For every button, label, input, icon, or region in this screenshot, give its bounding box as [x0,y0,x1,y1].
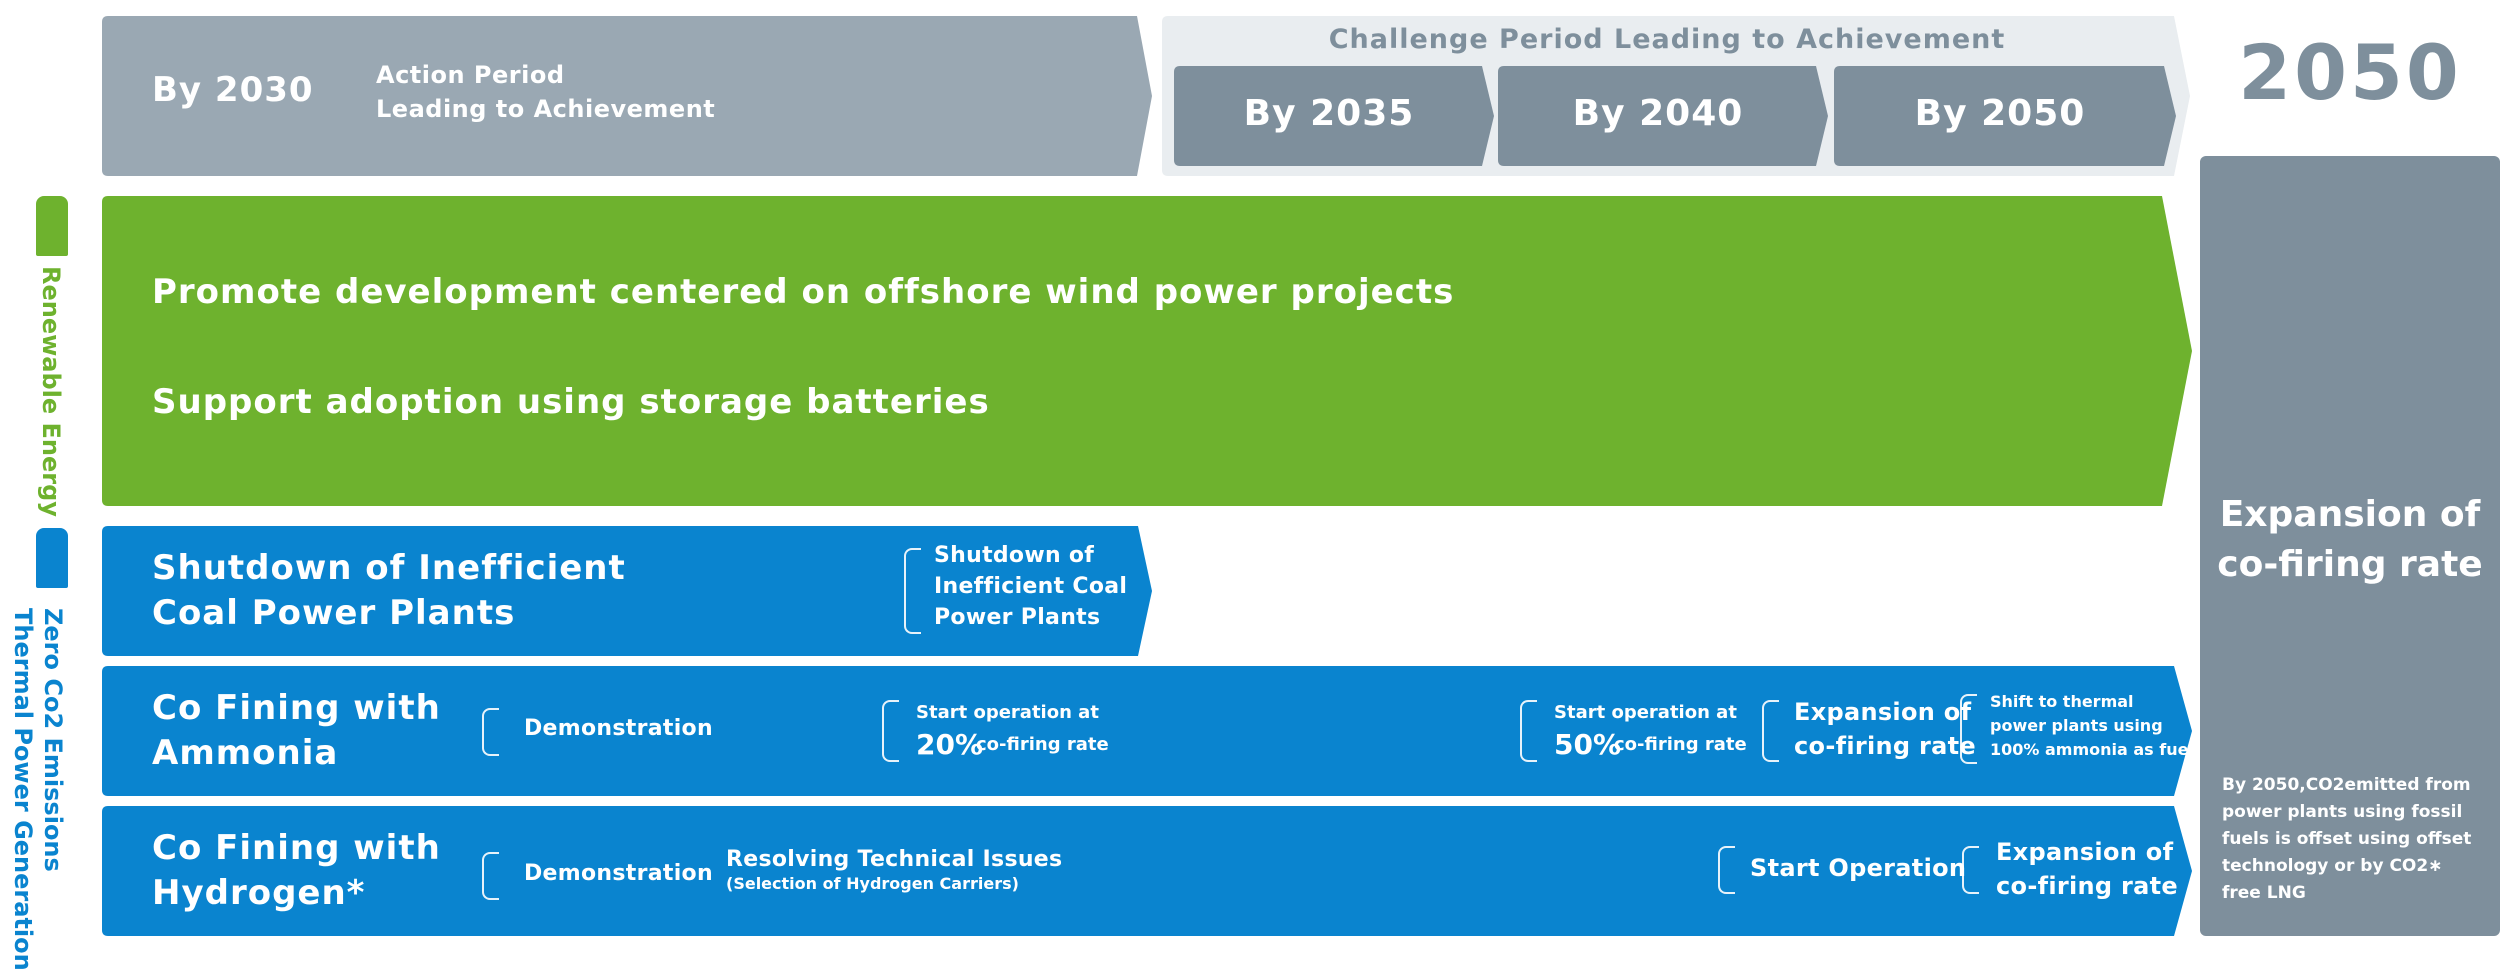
hydrogen-demo-label: Demonstration [524,861,713,886]
hydrogen-demo-bracket [482,852,499,900]
ammonia-shift-bracket [1960,694,1977,764]
hydrogen-expansion-bracket [1962,846,1979,894]
ammonia-start50-line1: Start operation at [1554,702,1737,723]
ammonia-start20-bracket [882,700,899,762]
coal-title-line1: Shutdown of Inefficient [152,548,626,588]
by-2035-label: By 2035 [1243,93,1415,134]
hydrogen-resolve-line1: Resolving Technical Issues [726,847,1063,872]
ammonia-demo-bracket [482,708,499,756]
hydrogen-expansion-line2: co-firing rate [1996,872,2179,900]
ammonia-start50-bracket [1520,700,1537,762]
coal-step-line3: Power Plants [934,605,1101,630]
goal-title-line1: Expansion of [2219,494,2481,535]
goal-note: By 2050,CO2emitted from power plants usi… [2222,775,2472,903]
coal-step-bracket [904,548,921,634]
renewable-arrow [102,196,2192,506]
year-2050-heading: 2050 [2238,28,2462,117]
renewable-category-label: Renewable Energy [37,266,65,517]
renewable-item-offshore-wind: Promote development centered on offshore… [152,272,1455,312]
ammonia-shift-line1: Shift to thermal [1990,692,2134,711]
thermal-category-line2: Thermal Power Generation [9,608,37,971]
thermal-category-marker [36,528,68,588]
coal-step-line2: Inefficient Coal [934,574,1128,599]
ammonia-expansion-line1: Expansion of [1794,698,1972,726]
hydrogen-expansion-line1: Expansion of [1996,838,2174,866]
ammonia-start20-suffix: co-firing rate [976,734,1109,755]
renewable-item-storage-batteries: Support adoption using storage batteries [152,382,990,422]
hydrogen-resolve-line2: (Selection of Hydrogen Carriers) [726,874,1019,893]
ammonia-title-line1: Co Fining with [152,688,441,728]
coal-title-line2: Coal Power Plants [152,593,516,633]
hydrogen-start-label: Start Operation [1750,854,1967,882]
ammonia-expansion-line2: co-firing rate [1794,732,1977,760]
by-2050-label: By 2050 [1914,93,2086,134]
by-2040-label: By 2040 [1572,93,1744,134]
ammonia-shift-line3: 100% ammonia as fuel [1990,740,2194,759]
ammonia-expansion-bracket [1762,700,1779,762]
goal-title-line2: co-firing rate [2217,544,2483,585]
hydrogen-title-line1: Co Fining with [152,828,441,868]
by-2030-label: By 2030 [152,70,314,110]
hydrogen-start-bracket [1718,846,1735,894]
thermal-category-line1: Zero Co2 Emissions [39,608,67,872]
hydrogen-title-line2: Hydrogen* [152,873,366,913]
ammonia-title-line2: Ammonia [152,733,339,773]
renewable-category-marker [36,196,68,256]
ammonia-demo-label: Demonstration [524,716,713,741]
action-period-line2: Leading to Achievement [376,95,716,123]
action-period-line1: Action Period [376,61,565,89]
ammonia-start50-suffix: co-firing rate [1614,734,1747,755]
challenge-period-title: Challenge Period Leading to Achievement [1328,24,2006,55]
coal-step-line1: Shutdown of [934,543,1095,568]
ammonia-start50-pct: 50% [1554,728,1622,761]
ammonia-start20-line1: Start operation at [916,702,1099,723]
ammonia-shift-line2: power plants using [1990,716,2163,735]
ammonia-start20-pct: 20% [916,728,984,761]
